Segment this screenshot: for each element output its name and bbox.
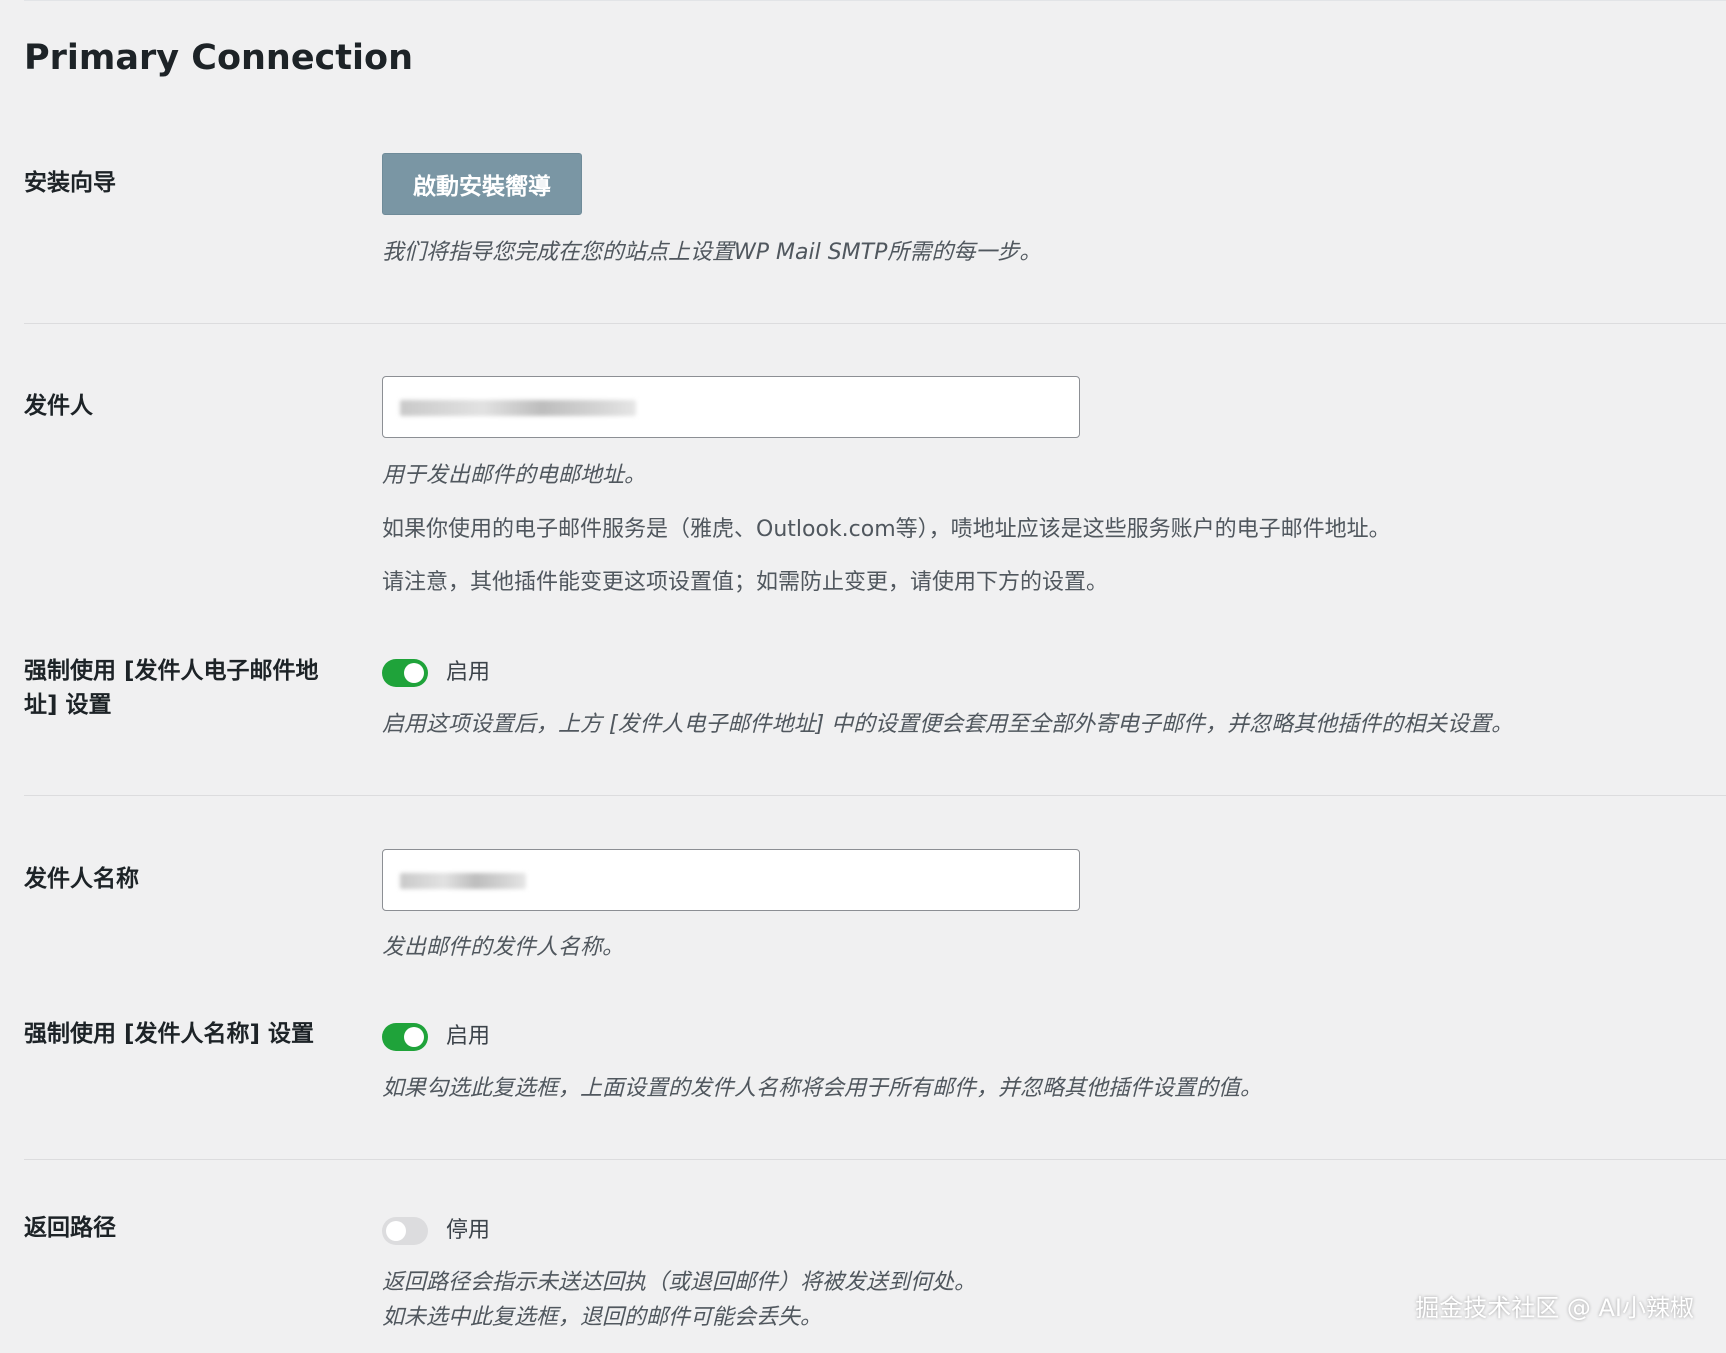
page-title: Primary Connection [24,38,413,78]
toggle-knob [386,1221,406,1241]
return-path-label: 返回路径 [24,1215,116,1241]
return-path-warning: 如未选中此复选框，退回的邮件可能会丢失。 [382,1305,823,1330]
force-from-name-label: 强制使用 [发件人名称] 设置 [24,1021,315,1047]
toggle-knob [404,1027,424,1047]
force-from-name-toggle[interactable] [382,1023,428,1051]
from-name-label: 发件人名称 [24,866,139,892]
setup-wizard-description: 我们将指导您完成在您的站点上设置WP Mail SMTP所需的每一步。 [382,240,1042,265]
watermark-text: 掘金技术社区 @ AI小辣椒 [1415,1294,1694,1322]
return-path-toggle[interactable] [382,1217,428,1245]
section-divider [24,795,1726,796]
from-email-note-services: 如果你使用的电子邮件服务是（雅虎、Outlook.com等），啧地址应该是这些服… [382,517,1391,542]
from-email-note-override: 请注意，其他插件能变更这项设置值；如需防止变更，请使用下方的设置。 [382,570,1109,595]
force-from-email-label-line1: 强制使用 [发件人电子邮件地 [24,658,319,684]
section-divider [24,323,1726,324]
force-from-email-toggle[interactable] [382,659,428,687]
section-divider [24,1159,1726,1160]
setup-wizard-label: 安装向导 [24,170,116,196]
from-name-redacted-value [400,873,526,889]
force-from-email-state: 启用 [446,660,491,685]
force-from-email-label: 强制使用 [发件人电子邮件地 址] 设置 [24,654,344,722]
from-email-label: 发件人 [24,393,93,419]
force-from-name-description: 如果勾选此复选框，上面设置的发件人名称将会用于所有邮件，并忽略其他插件设置的值。 [382,1076,1263,1101]
toggle-knob [404,663,424,683]
force-from-email-label-line2: 址] 设置 [24,692,112,718]
force-from-name-state: 启用 [446,1024,491,1049]
launch-setup-wizard-button[interactable]: 啟動安裝嚮導 [382,153,582,215]
return-path-state: 停用 [446,1218,491,1243]
force-from-email-description: 启用这项设置后，上方 [发件人电子邮件地址] 中的设置便会套用至全部外寄电子邮件… [382,712,1514,737]
top-divider [24,0,1726,1]
from-email-redacted-value [400,400,636,416]
from-email-description: 用于发出邮件的电邮地址。 [382,463,647,488]
from-name-description: 发出邮件的发件人名称。 [382,935,625,960]
return-path-description: 返回路径会指示未送达回执（或退回邮件）将被发送到何处。 [382,1270,977,1295]
